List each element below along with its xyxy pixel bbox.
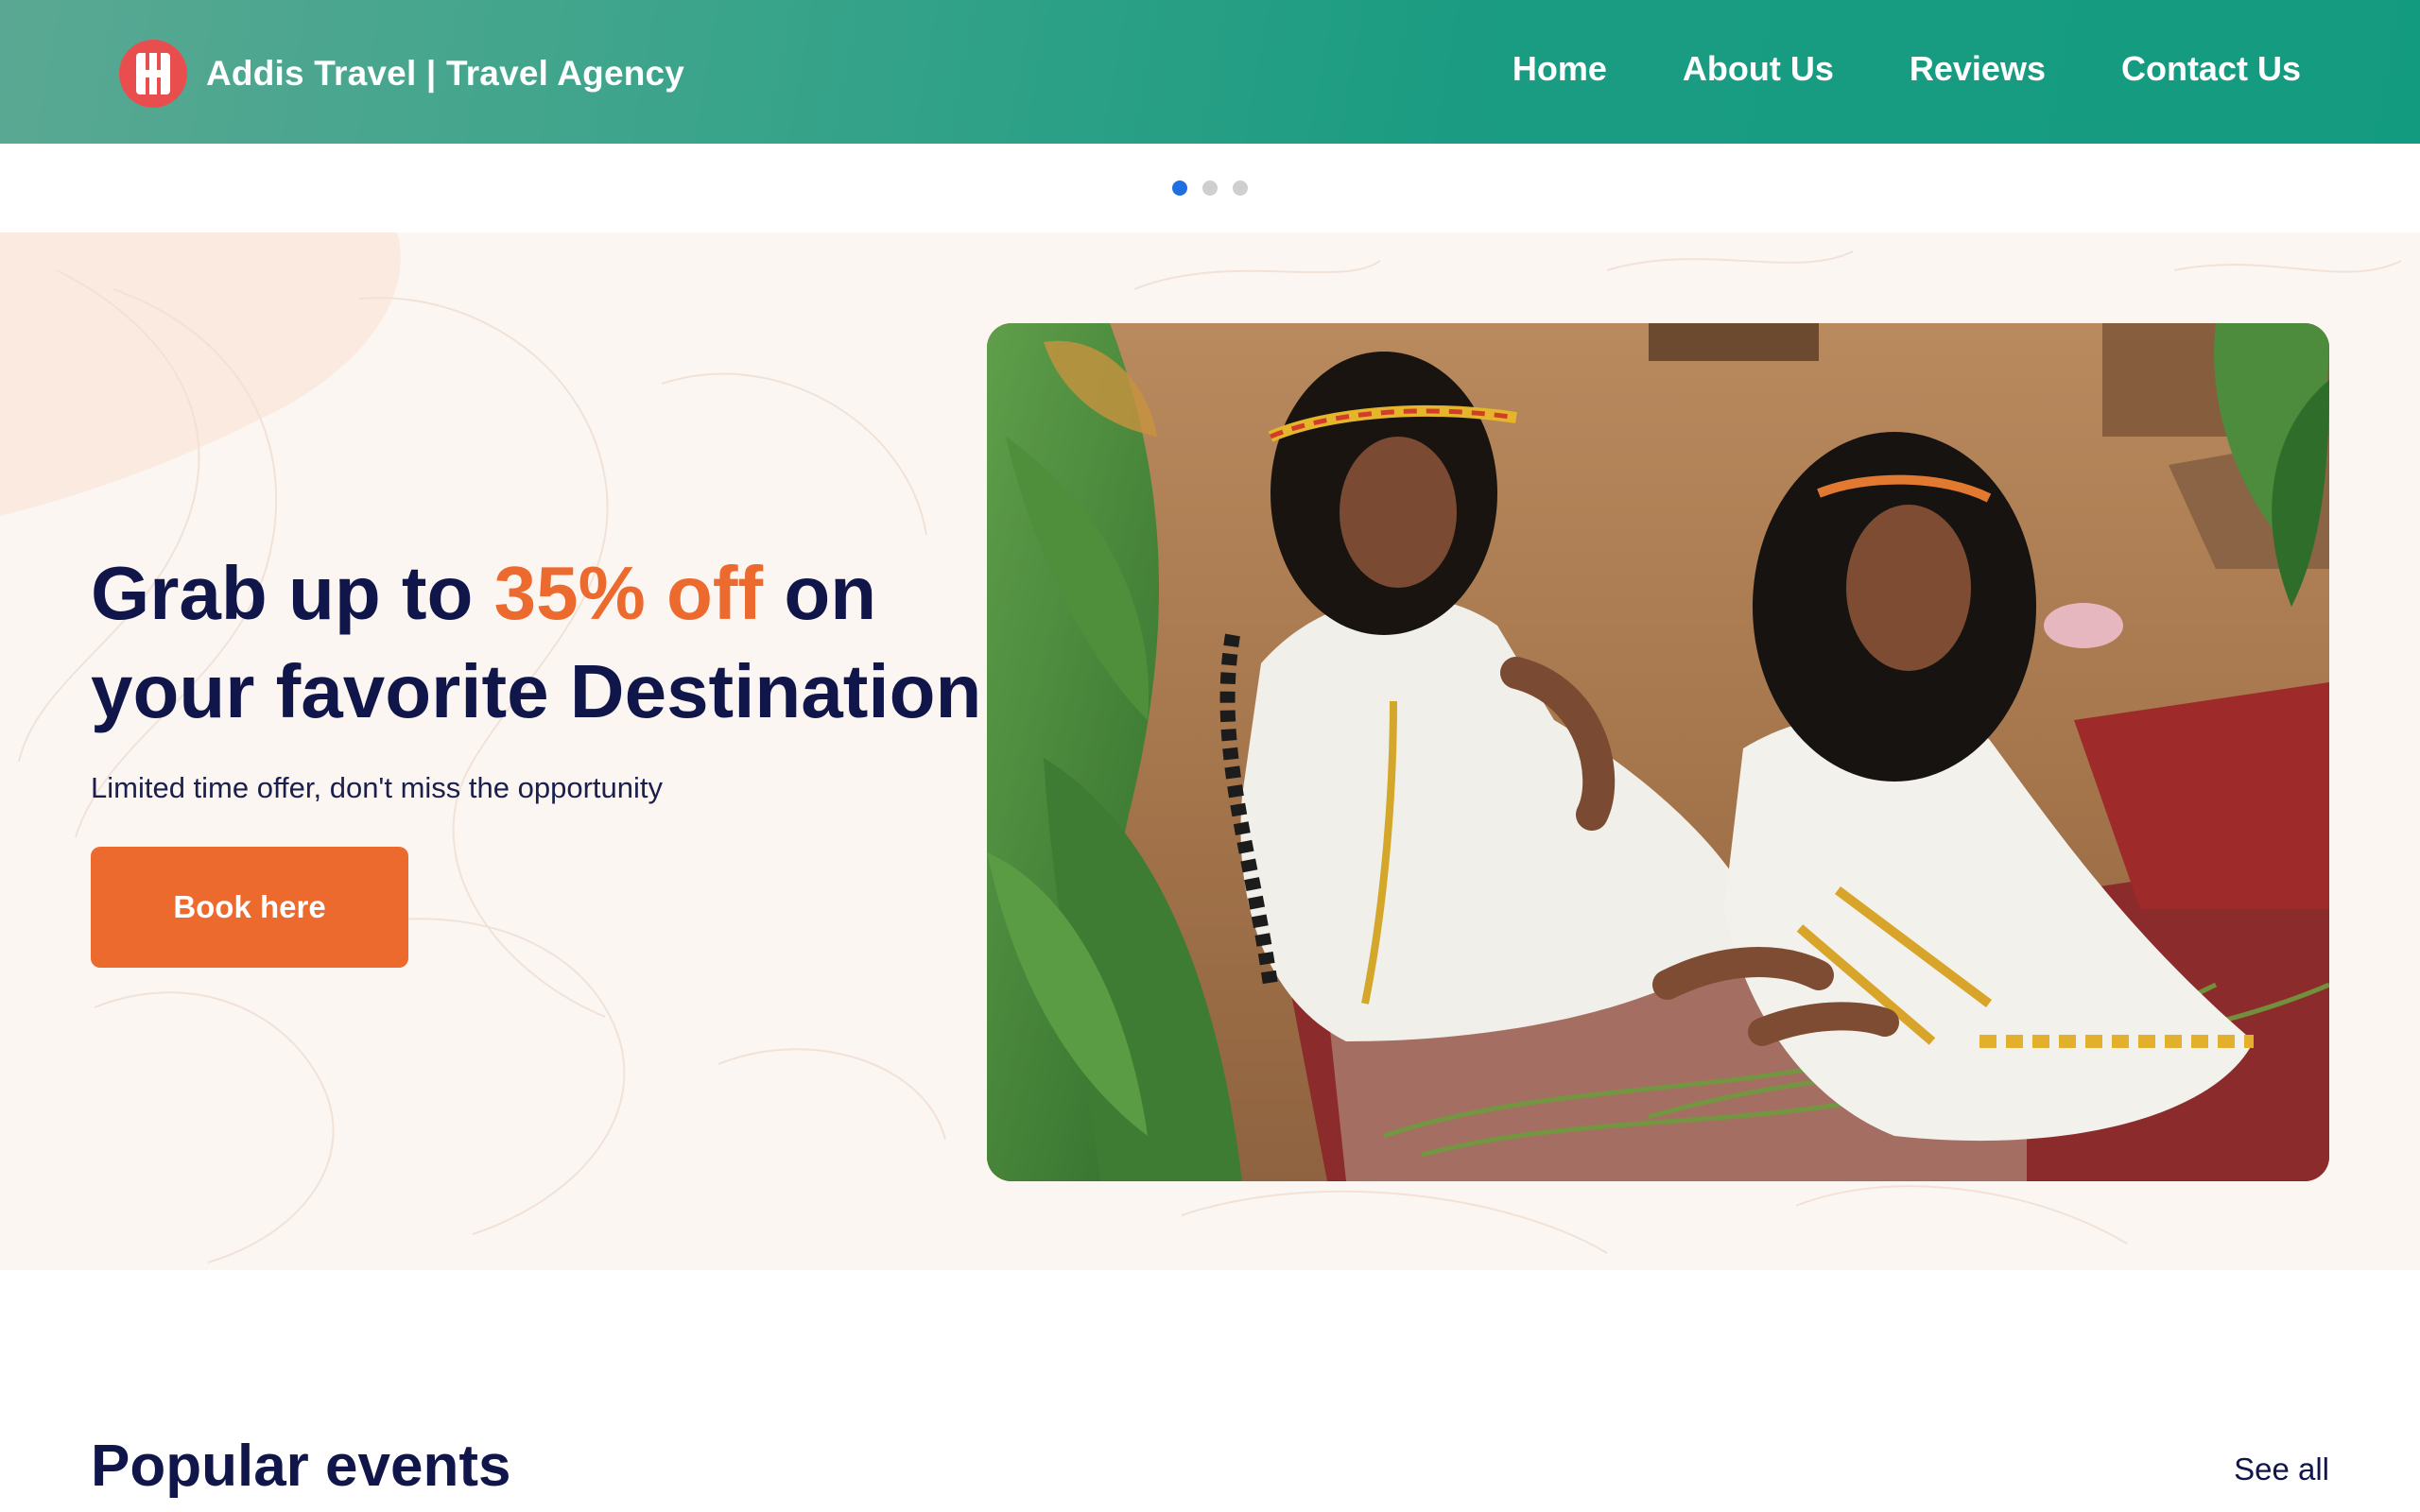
hero-headline: Grab up to 35% off on your favorite Dest… (91, 544, 1017, 741)
hero-headline-discount: 35% off (493, 551, 764, 635)
nav-link-contact-us[interactable]: Contact Us (2121, 49, 2301, 89)
see-all-link[interactable]: See all (2234, 1452, 2329, 1487)
top-navbar: Addis Travel | Travel Agency Home About … (0, 0, 2420, 144)
brand[interactable]: Addis Travel | Travel Agency (119, 40, 684, 108)
nav-link-reviews[interactable]: Reviews (1910, 49, 2046, 89)
building-logo-icon (119, 40, 187, 108)
hero-subtitle: Limited time offer, don't miss the oppor… (91, 771, 663, 804)
brand-name: Addis Travel | Travel Agency (206, 54, 685, 93)
hero-image (987, 323, 2329, 1181)
book-here-button[interactable]: Book here (91, 847, 408, 968)
hero-section: Grab up to 35% off on your favorite Dest… (0, 232, 2420, 1270)
carousel-dot-1[interactable] (1172, 180, 1187, 196)
nav-link-about-us[interactable]: About Us (1683, 49, 1834, 89)
carousel-dot-2[interactable] (1202, 180, 1218, 196)
hero-headline-prefix: Grab up to (91, 551, 494, 635)
carousel-dot-3[interactable] (1233, 180, 1248, 196)
popular-events-heading: Popular events (91, 1434, 511, 1499)
carousel-indicators (0, 144, 2420, 232)
nav-link-home[interactable]: Home (1512, 49, 1607, 89)
main-nav: Home About Us Reviews Contact Us (1512, 49, 2301, 89)
